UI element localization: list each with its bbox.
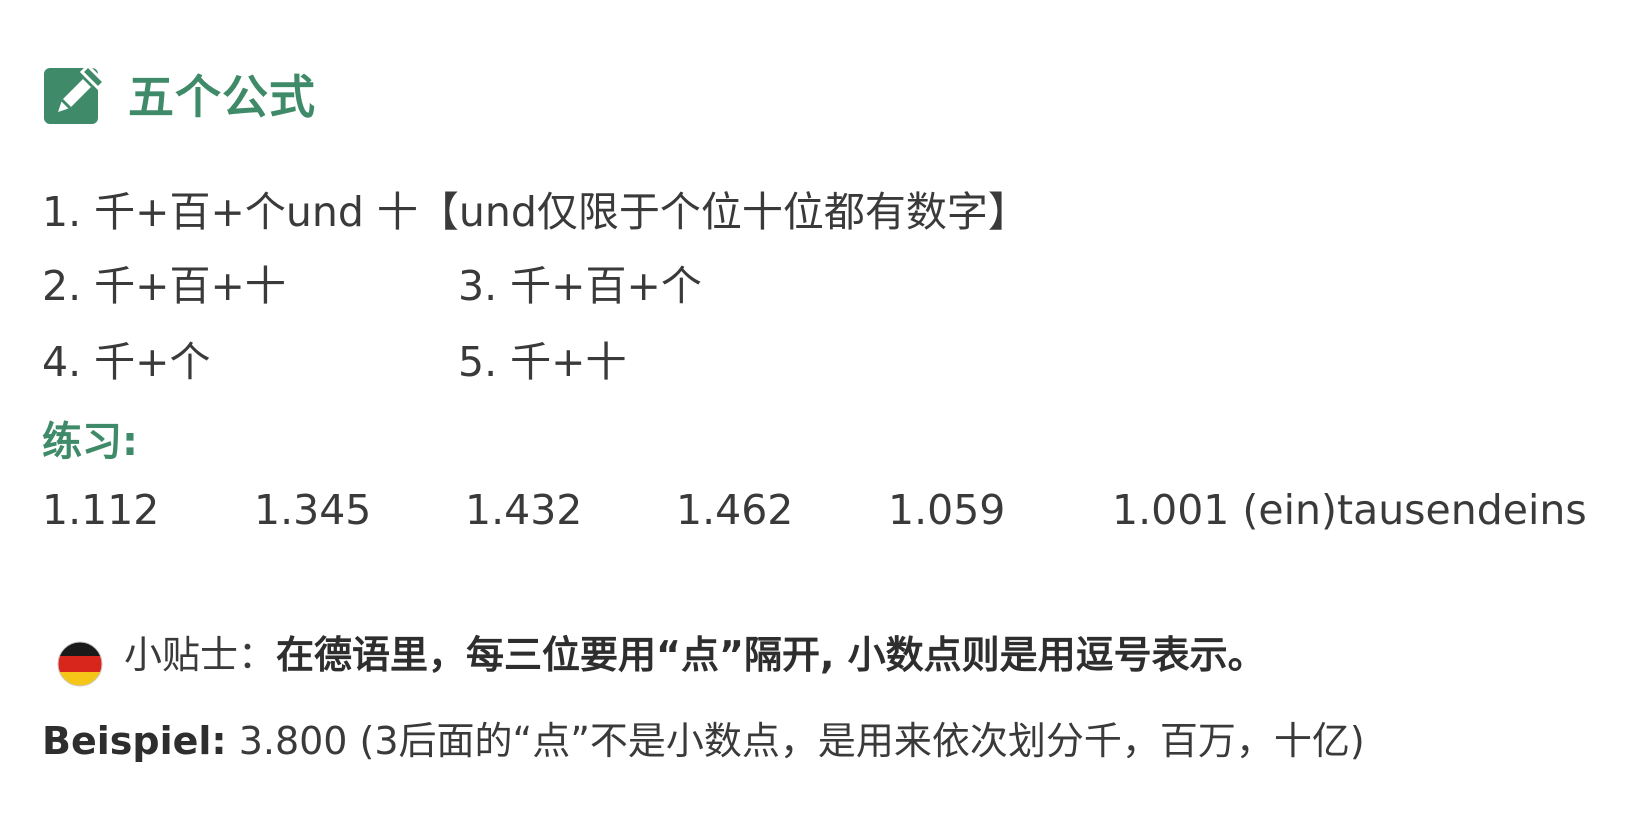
example: Beispiel: 3.800 (3后面的“点”不是小数点，是用来依次划分千，百… (42, 718, 1365, 766)
formula-3: 3. 千+百+个 (458, 262, 702, 310)
tip-label: 小贴士： (124, 633, 277, 677)
practice-item: 1.001 (ein)tausendeins (1112, 486, 1587, 534)
formula-4: 4. 千+个 (42, 338, 211, 386)
page-title: 五个公式 (128, 70, 316, 124)
germany-flag-icon (56, 640, 104, 688)
practice-item: 1.059 (888, 486, 1006, 534)
practice-label: 练习: (42, 419, 138, 465)
tip: 小贴士：在德语里，每三位要用“点”隔开, 小数点则是用逗号表示。 (124, 632, 1266, 680)
formula-2: 2. 千+百+十 (42, 262, 286, 310)
tip-text: 在德语里，每三位要用“点”隔开, 小数点则是用逗号表示。 (276, 633, 1266, 677)
example-label: Beispiel: (42, 719, 227, 763)
example-text: 3.800 (3后面的“点”不是小数点，是用来依次划分千，百万，十亿) (226, 719, 1365, 763)
formula-5: 5. 千+十 (458, 338, 627, 386)
formula-1: 1. 千+百+个und 十【und仅限于个位十位都有数字】 (42, 188, 1029, 236)
practice-item: 1.345 (254, 486, 372, 534)
pencil-edit-icon (42, 62, 108, 128)
practice-item: 1.112 (42, 486, 160, 534)
practice-item: 1.462 (676, 486, 794, 534)
practice-item: 1.432 (465, 486, 583, 534)
